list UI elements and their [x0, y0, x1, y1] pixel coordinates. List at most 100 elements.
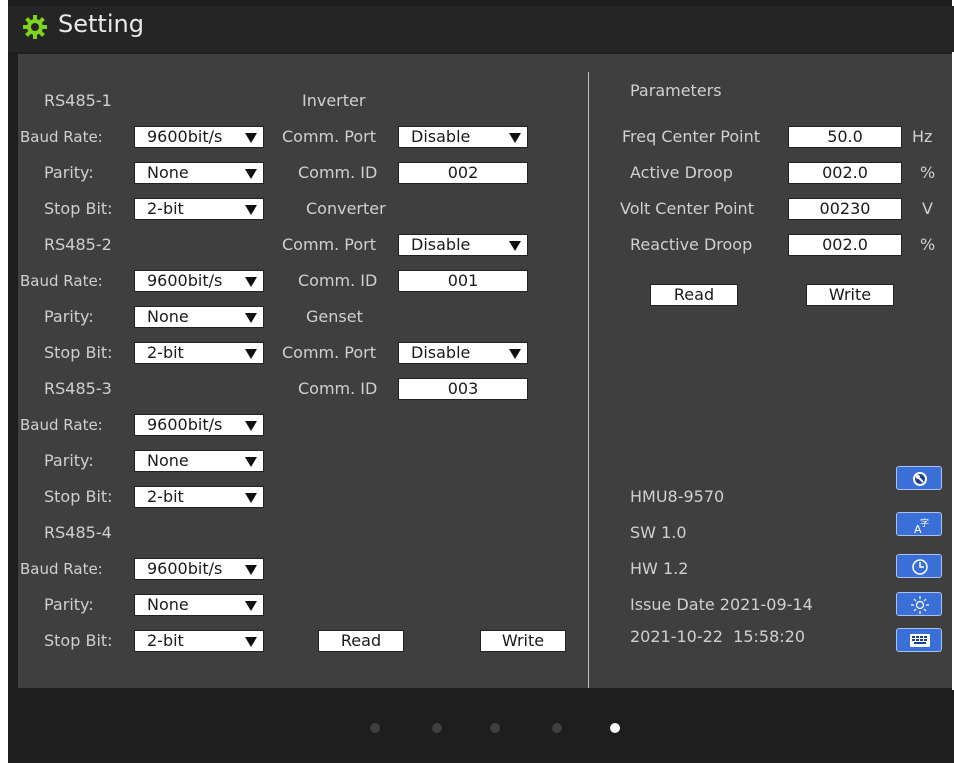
stop-bit-select[interactable]: 2-bit	[134, 342, 264, 364]
parity-select[interactable]: None	[134, 306, 264, 328]
dropdown-arrow-icon	[509, 133, 521, 143]
stop-bit-select[interactable]: 2-bit	[134, 198, 264, 220]
rs485-2-title: RS485-2	[44, 235, 112, 254]
stop-bit-label: Stop Bit:	[44, 199, 113, 218]
comm-id-label: Comm. ID	[298, 379, 378, 398]
clock-icon	[912, 559, 928, 575]
pager-bar	[8, 690, 954, 763]
volt-unit: V	[922, 199, 933, 218]
page-dot-3[interactable]	[490, 723, 500, 733]
gear-icon	[23, 15, 47, 39]
page-title: Setting	[58, 10, 144, 38]
baud-rate-label: Baud Rate:	[20, 560, 103, 578]
stop-bit-label: Stop Bit:	[44, 487, 113, 506]
comm-port-label: Comm. Port	[282, 127, 377, 146]
freq-center-point-field[interactable]: 50.0	[788, 126, 902, 148]
baud-rate-select[interactable]: 9600bit/s	[134, 270, 264, 292]
reactive-droop-unit: %	[920, 235, 936, 254]
brightness-button[interactable]	[896, 592, 942, 616]
dropdown-arrow-icon	[245, 205, 257, 215]
rs485-4-title: RS485-4	[44, 523, 112, 542]
language-button[interactable]: A 字	[896, 512, 942, 536]
parity-select[interactable]: None	[134, 594, 264, 616]
dropdown-arrow-icon	[245, 637, 257, 647]
baud-rate-label: Baud Rate:	[20, 416, 103, 434]
keyboard-button[interactable]	[896, 628, 942, 652]
stop-bit-select[interactable]: 2-bit	[134, 630, 264, 652]
page-dot-1[interactable]	[370, 723, 380, 733]
svg-text:字: 字	[920, 517, 929, 529]
inverter-comm-id-field[interactable]: 002	[398, 162, 528, 184]
dropdown-arrow-icon	[245, 601, 257, 611]
freq-unit: Hz	[912, 127, 933, 146]
comm-write-button[interactable]: Write	[480, 630, 566, 652]
comm-id-label: Comm. ID	[298, 163, 378, 182]
parity-label: Parity:	[44, 595, 94, 614]
keyboard-icon	[910, 634, 930, 647]
dropdown-arrow-icon	[245, 277, 257, 287]
baud-rate-label: Baud Rate:	[20, 272, 103, 290]
parity-select[interactable]: None	[134, 162, 264, 184]
parity-label: Parity:	[44, 163, 94, 182]
rs485-1-title: RS485-1	[44, 91, 112, 110]
language-icon: A 字	[914, 517, 929, 536]
volt-center-point-label: Volt Center Point	[620, 199, 754, 218]
parameters-read-button[interactable]: Read	[650, 284, 738, 306]
comm-read-button[interactable]: Read	[318, 630, 404, 652]
current-datetime: 2021-10-22 15:58:20	[630, 627, 806, 646]
freq-center-point-label: Freq Center Point	[622, 127, 761, 146]
reactive-droop-field[interactable]: 002.0	[788, 234, 902, 256]
converter-comm-port-select[interactable]: Disable	[398, 234, 528, 256]
page-dot-5[interactable]	[610, 723, 620, 733]
genset-comm-port-select[interactable]: Disable	[398, 342, 528, 364]
active-droop-unit: %	[920, 163, 936, 182]
dropdown-arrow-icon	[245, 457, 257, 467]
baud-rate-select[interactable]: 9600bit/s	[134, 558, 264, 580]
page-dot-4[interactable]	[552, 723, 562, 733]
comm-port-label: Comm. Port	[282, 343, 377, 362]
converter-comm-id-field[interactable]: 001	[398, 270, 528, 292]
dropdown-arrow-icon	[245, 133, 257, 143]
clock-button[interactable]	[896, 554, 942, 578]
dropdown-arrow-icon	[245, 349, 257, 359]
baud-rate-select[interactable]: 9600bit/s	[134, 126, 264, 148]
active-droop-field[interactable]: 002.0	[788, 162, 902, 184]
comm-port-label: Comm. Port	[282, 235, 377, 254]
dropdown-arrow-icon	[245, 169, 257, 179]
dropdown-arrow-icon	[509, 241, 521, 251]
dropdown-arrow-icon	[509, 349, 521, 359]
dropdown-arrow-icon	[245, 493, 257, 503]
rs485-3-title: RS485-3	[44, 379, 112, 398]
page-dot-2[interactable]	[432, 723, 442, 733]
dropdown-arrow-icon	[245, 421, 257, 431]
comm-id-label: Comm. ID	[298, 271, 378, 290]
parameters-title: Parameters	[630, 81, 722, 100]
parity-label: Parity:	[44, 451, 94, 470]
brightness-icon	[911, 596, 929, 614]
panel-divider	[588, 72, 589, 688]
dropdown-arrow-icon	[245, 565, 257, 575]
stop-bit-select[interactable]: 2-bit	[134, 486, 264, 508]
model-name: HMU8-9570	[630, 487, 725, 506]
genset-comm-id-field[interactable]: 003	[398, 378, 528, 400]
issue-date: Issue Date 2021-09-14	[630, 595, 813, 614]
hardware-version: HW 1.2	[630, 559, 689, 578]
active-droop-label: Active Droop	[630, 163, 733, 182]
baud-rate-select[interactable]: 9600bit/s	[134, 414, 264, 436]
inverter-comm-port-select[interactable]: Disable	[398, 126, 528, 148]
software-version: SW 1.0	[630, 523, 687, 542]
inverter-title: Inverter	[302, 91, 366, 110]
dropdown-arrow-icon	[245, 313, 257, 323]
stop-bit-label: Stop Bit:	[44, 343, 113, 362]
wrench-icon	[913, 472, 927, 486]
baud-rate-label: Baud Rate:	[20, 128, 103, 146]
converter-title: Converter	[306, 199, 386, 218]
title-bar	[8, 6, 954, 52]
stop-bit-label: Stop Bit:	[44, 631, 113, 650]
volt-center-point-field[interactable]: 00230	[788, 198, 902, 220]
parameters-write-button[interactable]: Write	[806, 284, 894, 306]
settings-panel	[18, 54, 952, 688]
parity-select[interactable]: None	[134, 450, 264, 472]
reactive-droop-label: Reactive Droop	[630, 235, 753, 254]
tools-button[interactable]	[896, 466, 942, 490]
